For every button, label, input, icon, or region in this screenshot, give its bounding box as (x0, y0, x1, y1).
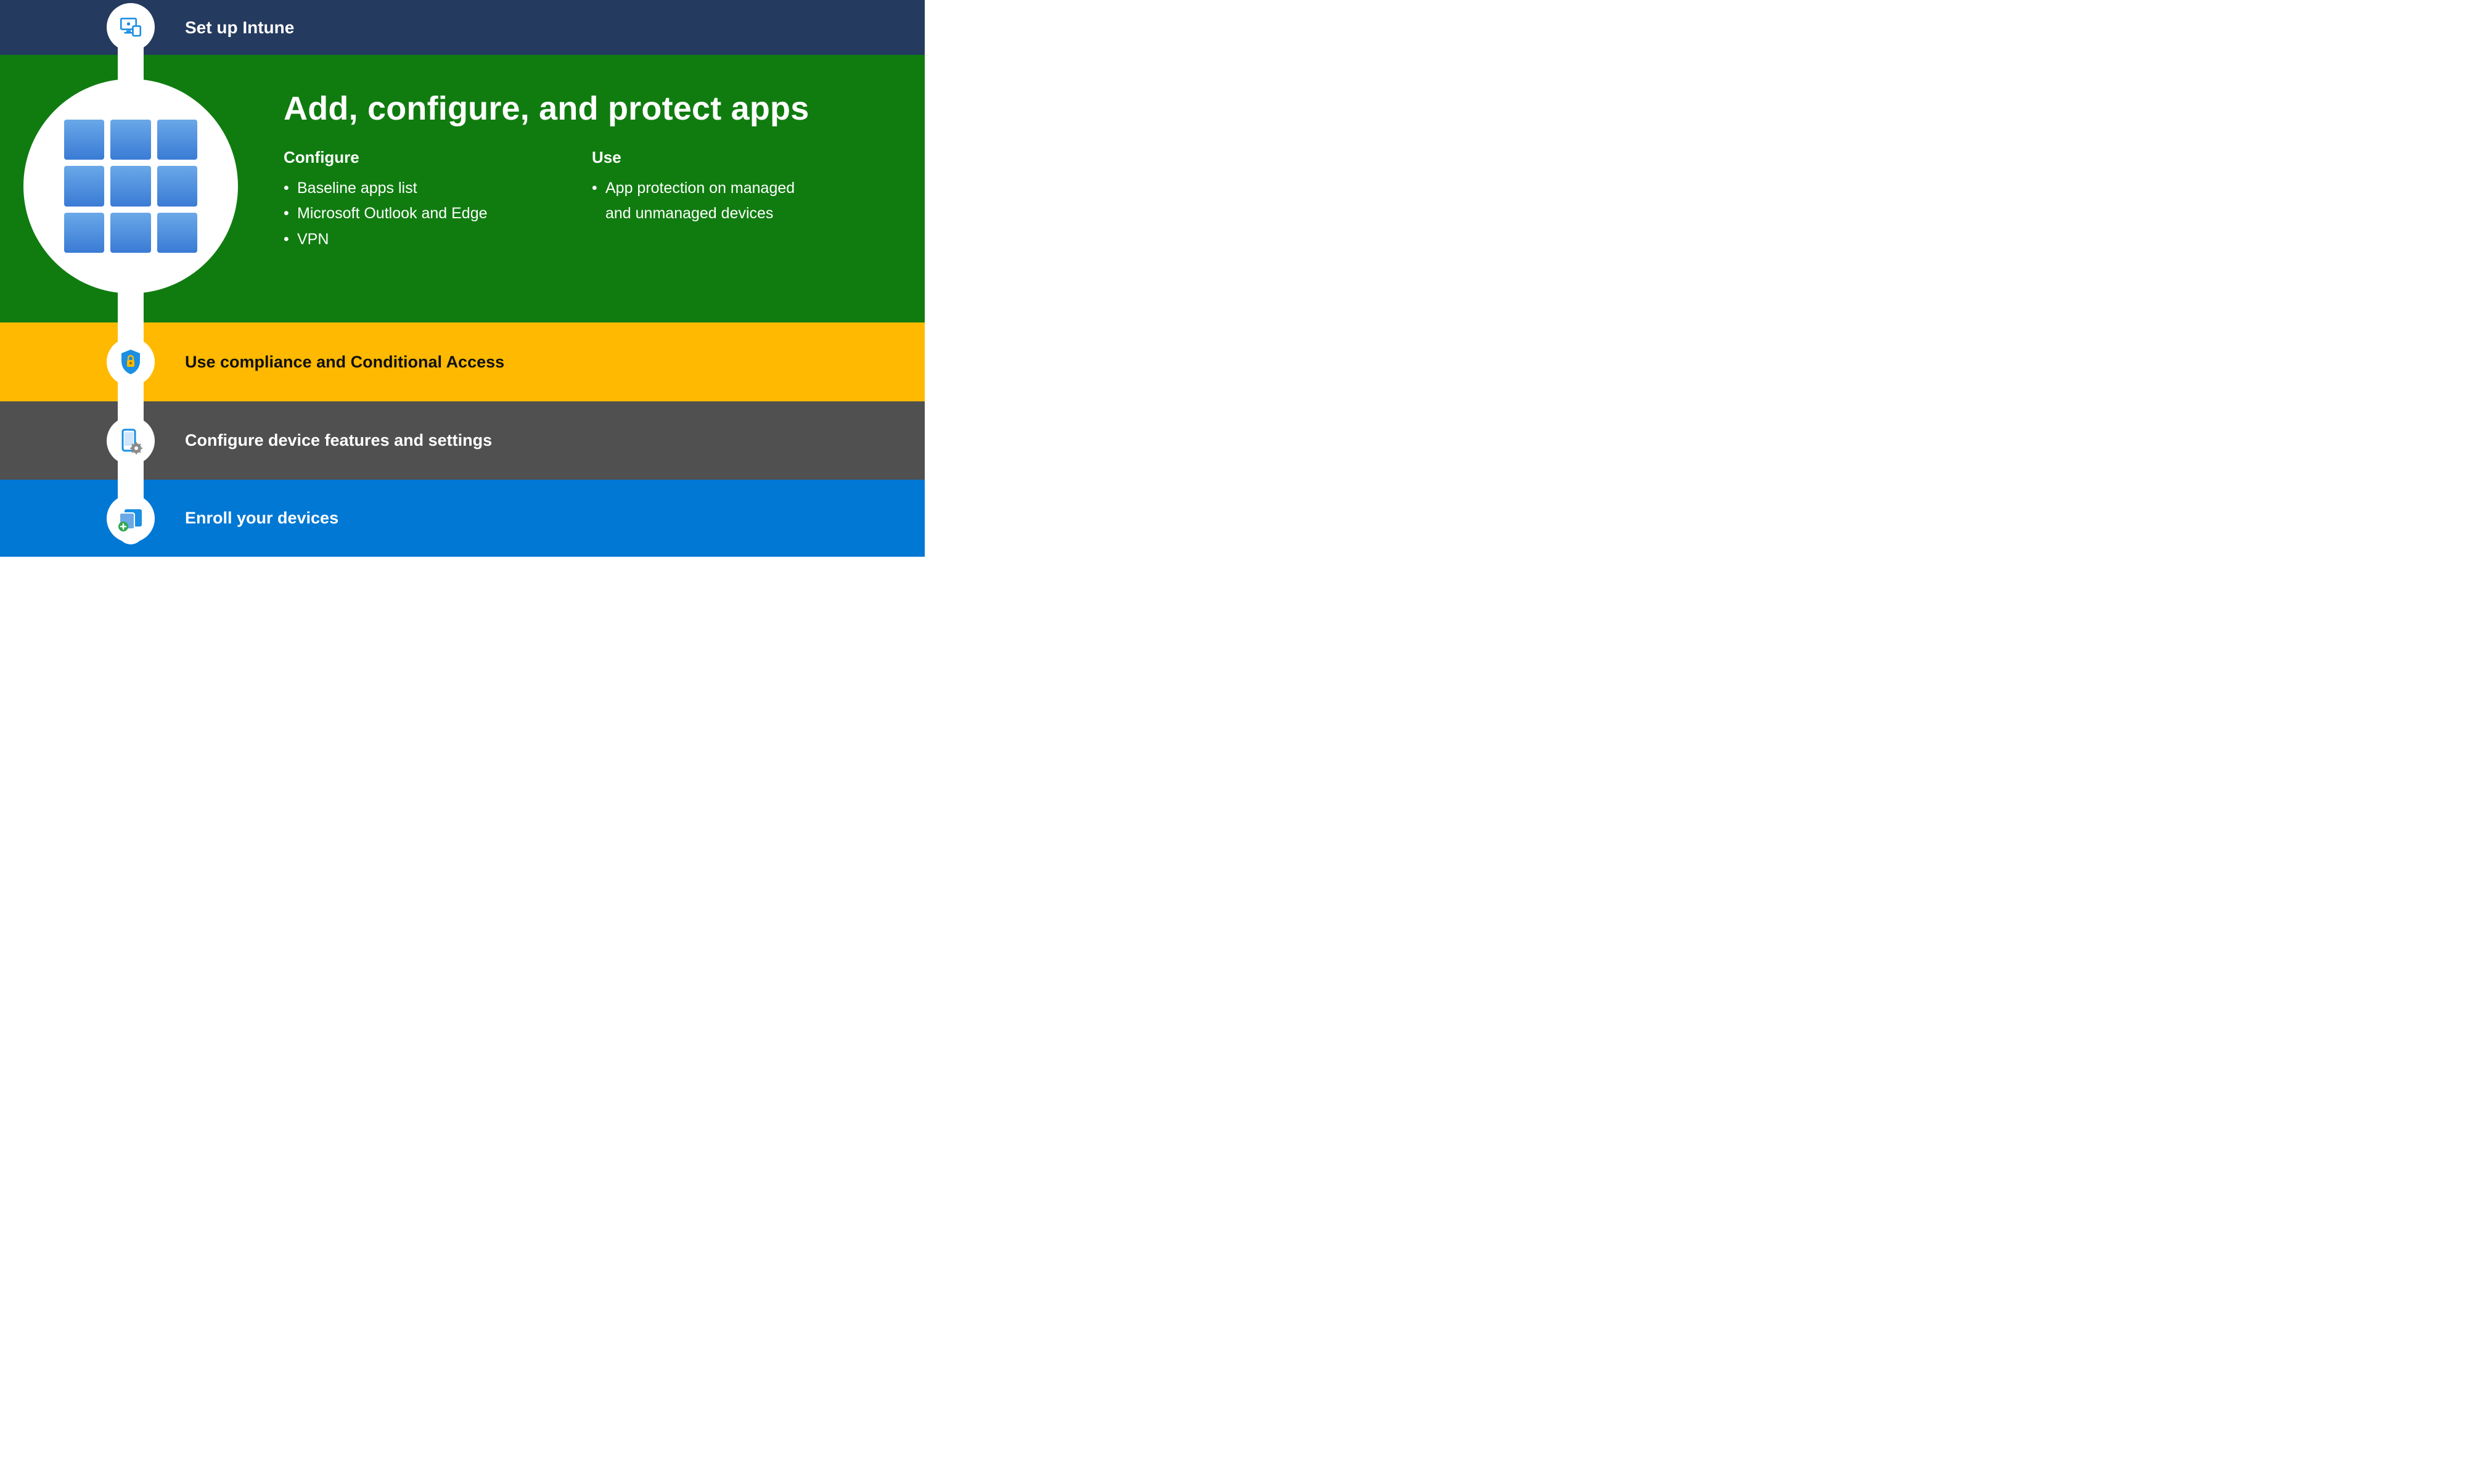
step-label: Use compliance and Conditional Access (185, 353, 504, 372)
column-heading: Configure (284, 148, 518, 167)
step-node-compliance (107, 338, 155, 386)
column-heading: Use (592, 148, 851, 167)
intune-steps-diagram: Set up Intune Add, configure, and protec… (0, 0, 925, 557)
column-configure: Configure Baseline apps list Microsoft O… (284, 148, 518, 252)
device-gear-icon (118, 427, 144, 454)
list-item: VPN (284, 227, 518, 252)
step-label: Configure device features and settings (185, 431, 492, 450)
list-item: App protection on managedand unmanaged d… (592, 176, 851, 227)
active-step-columns: Configure Baseline apps list Microsoft O… (284, 148, 851, 252)
list-item: Microsoft Outlook and Edge (284, 201, 518, 226)
apps-grid-icon (64, 120, 197, 253)
devices-plus-icon (116, 506, 145, 531)
step-label: Set up Intune (185, 18, 294, 38)
step-label: Enroll your devices (185, 509, 338, 528)
configure-list: Baseline apps list Microsoft Outlook and… (284, 176, 518, 252)
step-node-setup (107, 3, 155, 51)
column-use: Use App protection on managedand unmanag… (592, 148, 851, 252)
step-node-enroll (107, 494, 155, 543)
use-list: App protection on managedand unmanaged d… (592, 176, 851, 227)
list-item: Baseline apps list (284, 176, 518, 201)
active-step-title: Add, configure, and protect apps (284, 89, 809, 128)
monitor-icon (118, 14, 144, 40)
step-node-apps (23, 79, 238, 293)
step-node-device-settings (107, 417, 155, 465)
shield-lock-icon (118, 348, 143, 375)
